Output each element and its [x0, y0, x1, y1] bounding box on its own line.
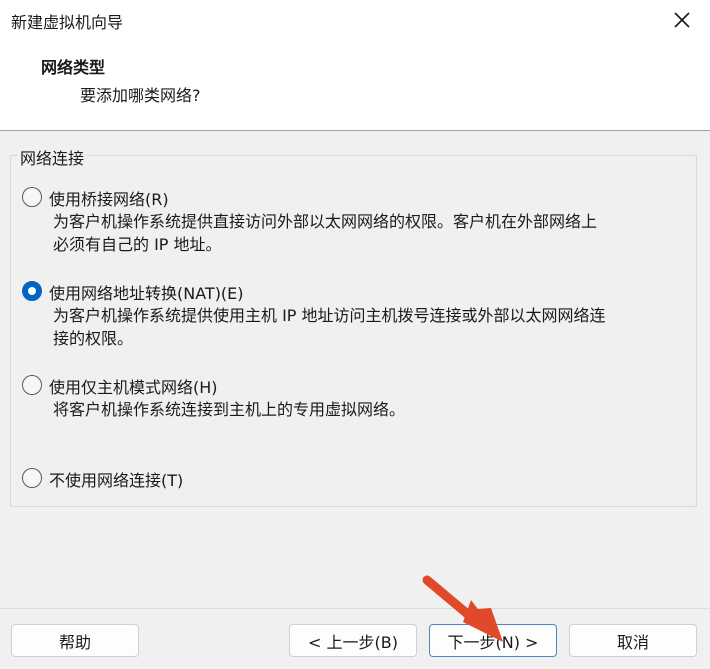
option-nat-desc-1: 为客户机操作系统提供使用主机 IP 地址访问主机拨号连接或外部以太网网络连: [53, 306, 606, 325]
page-title: 网络类型: [41, 58, 106, 77]
radio-nat[interactable]: [22, 281, 42, 301]
page-subtitle: 要添加哪类网络?: [80, 86, 201, 105]
option-host-only-label: 使用仅主机模式网络(H): [49, 378, 218, 397]
radio-no-network[interactable]: [22, 468, 42, 488]
close-button[interactable]: [654, 0, 710, 40]
radio-host-only[interactable]: [22, 375, 42, 395]
title-bar: 新建虚拟机向导: [0, 0, 710, 40]
close-icon: [674, 12, 690, 28]
option-bridged-label: 使用桥接网络(R): [49, 190, 169, 209]
footer-divider: [0, 608, 710, 609]
window-title: 新建虚拟机向导: [11, 13, 124, 32]
cancel-button[interactable]: 取消: [569, 624, 697, 657]
option-no-network-label: 不使用网络连接(T): [49, 471, 184, 490]
radio-bridged[interactable]: [22, 187, 42, 207]
option-nat-label: 使用网络地址转换(NAT)(E): [49, 284, 244, 303]
option-bridged-desc-1: 为客户机操作系统提供直接访问外部以太网网络的权限。客户机在外部网络上: [53, 212, 598, 231]
option-nat-desc-2: 接的权限。: [53, 329, 134, 348]
annotation-arrow-icon: [422, 575, 503, 642]
option-host-only-desc-1: 将客户机操作系统连接到主机上的专用虚拟网络。: [53, 400, 406, 419]
wizard-header: 网络类型 要添加哪类网络?: [0, 40, 710, 131]
back-button[interactable]: < 上一步(B): [289, 624, 417, 657]
option-bridged-desc-2: 必须有自己的 IP 地址。: [53, 235, 222, 254]
help-button[interactable]: 帮助: [11, 624, 139, 657]
group-label: 网络连接: [17, 145, 88, 169]
